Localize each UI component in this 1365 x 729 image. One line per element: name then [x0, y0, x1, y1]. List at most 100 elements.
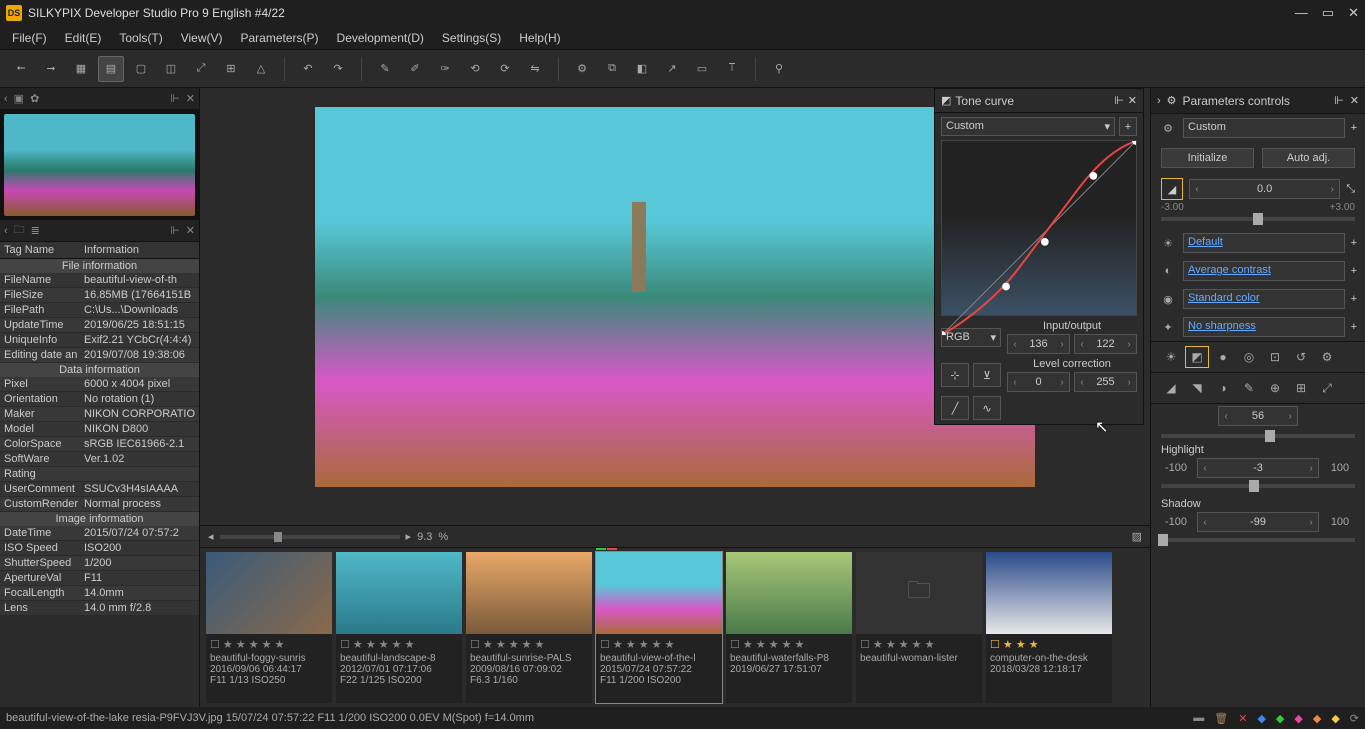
copy-icon[interactable]: ⧉ — [599, 56, 625, 82]
folder-icon[interactable]: 🗀 — [14, 221, 25, 240]
tone-point-add-icon[interactable]: ⊹ — [941, 363, 969, 387]
menu-edit[interactable]: Edit(E) — [57, 28, 110, 48]
export-icon[interactable]: ↗ — [659, 56, 685, 82]
preview-area[interactable]: ◩ Tone curve ⊩ ✕ Custom▾ + — [200, 88, 1150, 525]
navigator-preview[interactable] — [0, 110, 199, 220]
adj-r2-3-icon[interactable]: ◑ — [1211, 377, 1235, 399]
panel-icon-2[interactable]: ✿ — [30, 92, 39, 105]
adj-r2-7-icon[interactable]: ⤢ — [1315, 377, 1339, 399]
fullscreen-icon[interactable]: ⤢ — [188, 56, 214, 82]
shadow-spinner[interactable]: ‹-99› — [1197, 512, 1319, 532]
menu-settings[interactable]: Settings(S) — [434, 28, 509, 48]
thumb-card[interactable]: ☐ ★ ★ ★ ★ ★beautiful-landscape-82012/07/… — [336, 552, 462, 703]
tone-dock-icon[interactable]: ⊩ — [1114, 94, 1124, 107]
collapse-left-icon-2[interactable]: ‹ — [4, 225, 8, 237]
edit-tool-1-icon[interactable]: ✎ — [372, 56, 398, 82]
color-add-icon[interactable]: + — [1351, 293, 1357, 305]
menu-development[interactable]: Development(D) — [329, 28, 432, 48]
sat-spinner[interactable]: ‹56› — [1218, 406, 1298, 426]
grid-icon[interactable]: ▦ — [68, 56, 94, 82]
thumb-card[interactable]: 🗀☐ ★ ★ ★ ★ ★beautiful-woman-lister — [856, 552, 982, 703]
wb-dropdown[interactable]: Default — [1183, 233, 1345, 253]
dock-icon[interactable]: ⊩ — [170, 92, 180, 105]
tone-add-preset-button[interactable]: + — [1119, 117, 1137, 136]
status-tag-orange-icon[interactable]: ◆ — [1313, 712, 1321, 725]
sharp-add-icon[interactable]: + — [1351, 321, 1357, 333]
tone-close-icon[interactable]: ✕ — [1128, 94, 1137, 107]
initialize-button[interactable]: Initialize — [1161, 148, 1254, 168]
rotate-ccw-icon[interactable]: ⟲ — [462, 56, 488, 82]
maximize-icon[interactable]: ▭ — [1322, 5, 1334, 21]
status-marker-icon[interactable]: ▬ — [1193, 712, 1204, 724]
zoom-in-icon[interactable]: ▸ — [406, 530, 412, 543]
status-trash-icon[interactable]: 🗑 — [1214, 712, 1228, 725]
menu-tools[interactable]: Tools(T) — [111, 28, 170, 48]
search-icon[interactable]: ⚲ — [766, 56, 792, 82]
warning-icon[interactable]: △ — [248, 56, 274, 82]
minimize-icon[interactable]: — — [1295, 5, 1308, 21]
contrast-add-icon[interactable]: + — [1351, 265, 1357, 277]
thumb-stars[interactable]: ☐ ★ ★ ★ ★ ★ — [466, 636, 592, 653]
adj-r2-6-icon[interactable]: ⊞ — [1289, 377, 1313, 399]
adj-r2-4-icon[interactable]: ✎ — [1237, 377, 1261, 399]
sat-slider[interactable] — [1161, 434, 1355, 438]
tone-white-spinner[interactable]: ‹255› — [1074, 372, 1137, 392]
panel-close-icon-2[interactable]: ✕ — [186, 224, 195, 237]
status-tag-blue-icon[interactable]: ◆ — [1257, 712, 1265, 725]
preset-add-icon[interactable]: + — [1351, 122, 1357, 134]
adj-reset-icon[interactable]: ↺ — [1289, 346, 1313, 368]
highlight-spinner[interactable]: ‹-3› — [1197, 458, 1319, 478]
contrast-dropdown[interactable]: Average contrast — [1183, 261, 1345, 281]
thumb-card[interactable]: ☐ ★ ★ ★ ★ ★beautiful-view-of-the-l2015/0… — [596, 552, 722, 703]
zoom-out-icon[interactable]: ◂ — [208, 530, 214, 543]
auto-adj-button[interactable]: Auto adj. — [1262, 148, 1355, 168]
edit-tool-2-icon[interactable]: ✐ — [402, 56, 428, 82]
adj-r2-2-icon[interactable]: ◥ — [1185, 377, 1209, 399]
frame-icon[interactable]: ▢ — [128, 56, 154, 82]
adj-more-icon[interactable]: ⚙ — [1315, 346, 1339, 368]
shadow-slider[interactable] — [1161, 538, 1355, 542]
adj-curve-icon[interactable]: ◩ — [1185, 346, 1209, 368]
rotate-cw-icon[interactable]: ⟳ — [492, 56, 518, 82]
flip-icon[interactable]: ⇋ — [522, 56, 548, 82]
fit-icon[interactable]: ▨ — [1132, 530, 1142, 543]
exposure-slider[interactable] — [1161, 217, 1355, 221]
sharp-dropdown[interactable]: No sharpness — [1183, 317, 1345, 337]
single-view-icon[interactable]: ▤ — [98, 56, 124, 82]
params-dock-icon[interactable]: ⊩ — [1334, 94, 1344, 107]
thumb-stars[interactable]: ☐ ★ ★ ★ ★ ★ — [856, 636, 982, 653]
color-dropdown[interactable]: Standard color — [1183, 289, 1345, 309]
thumb-card[interactable]: ☐ ★ ★ ★ ★ ★beautiful-waterfalls-P82019/0… — [726, 552, 852, 703]
adj-wb-icon[interactable]: ☀ — [1159, 346, 1183, 368]
preset-dropdown[interactable]: Custom — [1183, 118, 1345, 138]
redo-icon[interactable]: ↷ — [325, 56, 351, 82]
eraser-icon[interactable]: ◧ — [629, 56, 655, 82]
tone-black-spinner[interactable]: ‹0› — [1007, 372, 1070, 392]
menu-help[interactable]: Help(H) — [511, 28, 568, 48]
exposure-reset-icon[interactable]: ⤡ — [1346, 183, 1355, 196]
zoom-slider[interactable] — [220, 535, 400, 539]
tone-linear-icon[interactable]: ╱ — [941, 396, 969, 420]
thumb-stars[interactable]: ☐ ★ ★ ★ — [986, 636, 1112, 653]
menu-parameters[interactable]: Parameters(P) — [233, 28, 327, 48]
tone-point-del-icon[interactable]: ⊻ — [973, 363, 1001, 387]
menu-file[interactable]: File(F) — [4, 28, 55, 48]
edit-tool-3-icon[interactable]: ✑ — [432, 56, 458, 82]
params-close-icon[interactable]: ✕ — [1350, 94, 1359, 107]
thumb-card[interactable]: ☐ ★ ★ ★ ★ ★beautiful-foggy-sunris2016/09… — [206, 552, 332, 703]
prev-image-icon[interactable]: ⭠ — [8, 56, 34, 82]
thumb-stars[interactable]: ☐ ★ ★ ★ ★ ★ — [596, 636, 722, 653]
close-icon[interactable]: ✕ — [1348, 5, 1359, 21]
exposure-icon[interactable]: ◢ — [1161, 178, 1183, 200]
adj-r2-5-icon[interactable]: ⊕ — [1263, 377, 1287, 399]
dock-icon-2[interactable]: ⊩ — [170, 224, 180, 237]
wb-add-icon[interactable]: + — [1351, 237, 1357, 249]
status-tag-green-icon[interactable]: ◆ — [1276, 712, 1284, 725]
list-icon[interactable]: ≣ — [31, 224, 40, 237]
undo-icon[interactable]: ↶ — [295, 56, 321, 82]
adj-color2-icon[interactable]: ◎ — [1237, 346, 1261, 368]
tone-preset-dropdown[interactable]: Custom▾ — [941, 117, 1115, 136]
status-x-icon[interactable]: ✕ — [1238, 712, 1247, 725]
tone-input-spinner[interactable]: ‹136› — [1007, 334, 1070, 354]
gear-icon[interactable]: ⚙ — [569, 56, 595, 82]
